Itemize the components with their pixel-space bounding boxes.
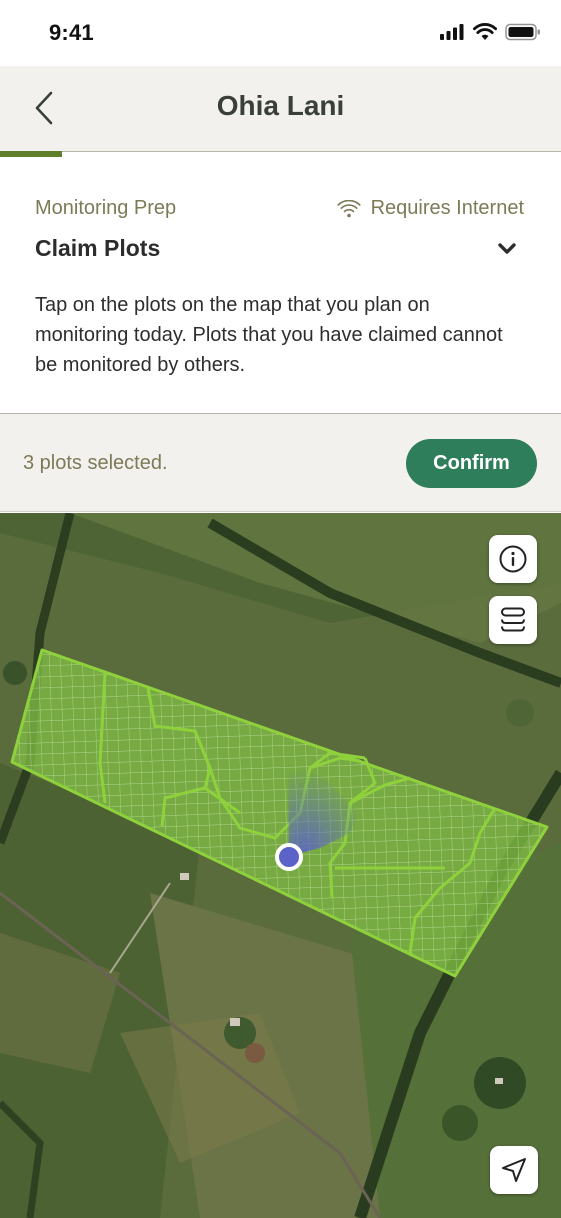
step-panel: Monitoring Prep Requires Internet Claim … bbox=[0, 157, 561, 414]
map-view[interactable] bbox=[0, 513, 561, 1218]
wifi-icon bbox=[336, 199, 361, 217]
navigation-arrow-icon bbox=[502, 1158, 526, 1182]
page-title: Ohia Lani bbox=[216, 90, 345, 121]
wifi-status-icon bbox=[473, 23, 497, 40]
info-icon bbox=[499, 545, 527, 573]
requires-internet-indicator: Requires Internet bbox=[336, 197, 524, 220]
recenter-location-button[interactable] bbox=[490, 1146, 538, 1194]
status-icons bbox=[439, 23, 541, 41]
info-button[interactable] bbox=[489, 535, 537, 583]
confirm-button[interactable]: Confirm bbox=[406, 439, 537, 488]
battery-icon bbox=[505, 23, 540, 41]
status-time: 9:41 bbox=[49, 20, 94, 45]
satellite-map[interactable] bbox=[0, 513, 561, 1218]
step-instructions: Tap on the plots on the map that you pla… bbox=[35, 294, 503, 376]
requires-internet-label: Requires Internet bbox=[370, 197, 524, 219]
step-section-label: Monitoring Prep bbox=[35, 197, 177, 219]
user-location-dot bbox=[275, 843, 303, 871]
map-layers-button[interactable] bbox=[489, 596, 537, 644]
navigation-bar: Ohia Lani bbox=[0, 66, 561, 152]
selected-plots-count: 3 plots selected. bbox=[23, 452, 168, 474]
chevron-down-icon bbox=[498, 243, 516, 254]
step-title: Claim Plots bbox=[35, 235, 161, 261]
selection-bar: 3 plots selected. Confirm bbox=[0, 414, 561, 512]
layers-icon bbox=[501, 607, 525, 632]
step-expand-button[interactable] bbox=[495, 239, 519, 259]
cellular-signal-icon bbox=[440, 24, 464, 40]
status-bar: 9:41 bbox=[0, 0, 561, 66]
